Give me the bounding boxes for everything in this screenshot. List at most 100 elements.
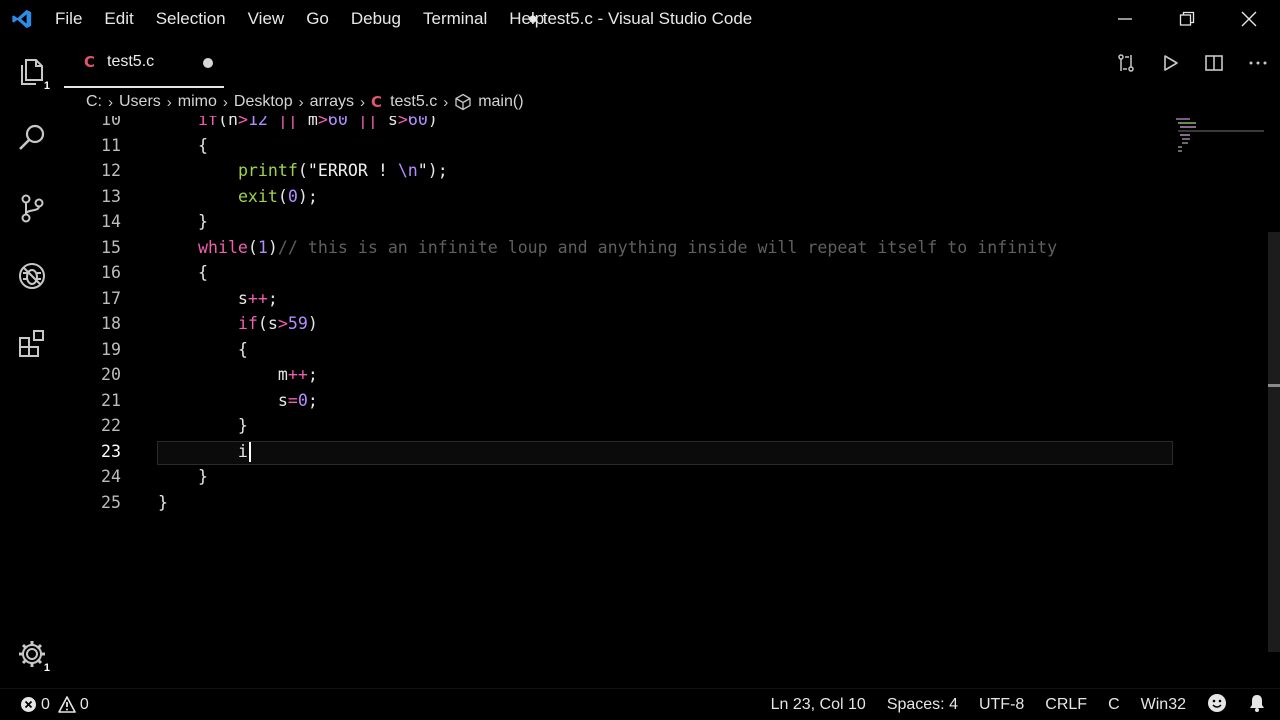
code-line[interactable]: 24 } — [64, 464, 1268, 490]
error-count: 0 — [41, 695, 50, 713]
code-token: s — [377, 116, 398, 129]
breadcrumb-user[interactable]: mimo — [178, 93, 217, 111]
source-control-button[interactable] — [12, 188, 52, 228]
code-line[interactable]: 22 } — [64, 413, 1268, 439]
code-line[interactable]: 15 while(1)// this is an infinite loup a… — [64, 235, 1268, 261]
code-editor[interactable]: 10 if(h>12 || m>60 || s>60) 11 {12 printf… — [64, 116, 1268, 688]
minimize-button[interactable] — [1094, 0, 1156, 38]
line-code: } — [158, 209, 208, 235]
notifications-button[interactable] — [1248, 693, 1266, 718]
feedback-button[interactable] — [1207, 693, 1227, 718]
code-line[interactable]: 25} — [64, 490, 1268, 516]
minimap-preview — [1176, 118, 1264, 152]
warning-count: 0 — [79, 695, 89, 713]
breadcrumb-drive[interactable]: C: — [86, 93, 102, 111]
status-bar: 0 0 Ln 23, Col 10 Spaces: 4 UTF-8 CRLF C… — [0, 688, 1280, 720]
menu-selection[interactable]: Selection — [145, 0, 237, 38]
vscode-logo-icon — [0, 0, 44, 38]
code-token: i — [158, 441, 248, 461]
tab-test5-c[interactable]: C test5.c — [64, 38, 224, 88]
editor-actions — [1104, 38, 1280, 88]
code-token: || — [277, 116, 298, 129]
menu-debug[interactable]: Debug — [340, 0, 412, 38]
code-line[interactable]: 21 s=0; — [64, 388, 1268, 414]
code-token: { — [158, 339, 248, 359]
tab-label: test5.c — [107, 53, 155, 70]
explorer-button[interactable]: 1 — [12, 52, 52, 92]
menu-go[interactable]: Go — [295, 0, 340, 38]
extensions-button[interactable] — [12, 323, 52, 363]
menu-bar: File Edit Selection View Go Debug Terminal Help — [44, 0, 555, 38]
code-token: \n — [397, 161, 418, 180]
line-number: 25 — [101, 492, 121, 512]
code-token: s — [158, 390, 288, 410]
cursor-position[interactable]: Ln 23, Col 10 — [771, 696, 866, 714]
line-code: s++; — [158, 286, 278, 312]
code-line[interactable]: 19 { — [64, 337, 1268, 363]
code-line[interactable]: 10 if(h>12 || m>60 || s>60) — [64, 116, 1268, 133]
code-token: 60 — [327, 116, 348, 129]
compare-changes-button[interactable] — [1104, 38, 1148, 88]
platform[interactable]: Win32 — [1141, 696, 1186, 714]
code-line[interactable]: 14 } — [64, 209, 1268, 235]
breadcrumb-desktop[interactable]: Desktop — [234, 93, 293, 111]
encoding[interactable]: UTF-8 — [979, 696, 1024, 714]
code-line[interactable]: 12 printf("ERROR ! \n"); — [64, 158, 1268, 184]
close-button[interactable] — [1218, 0, 1280, 38]
scrollbar-thumb[interactable] — [1268, 232, 1280, 652]
minimap[interactable] — [1172, 116, 1268, 166]
debug-button[interactable] — [12, 256, 52, 296]
code-token: s — [158, 288, 248, 308]
code-line[interactable]: 17 s++; — [64, 286, 1268, 312]
line-code: i — [158, 439, 251, 465]
title-bar: File Edit Selection View Go Debug Terminal Help… — [0, 0, 1280, 38]
breadcrumb-symbol[interactable]: main() — [478, 93, 523, 111]
code-token: printf — [237, 161, 298, 180]
more-actions-button[interactable] — [1236, 38, 1280, 88]
line-code: { — [158, 133, 208, 159]
line-code: while(1)// this is an infinite loup and … — [158, 235, 1057, 261]
error-icon — [21, 697, 36, 712]
line-code: printf("ERROR ! \n"); — [158, 158, 448, 184]
code-token: } — [158, 212, 208, 231]
menu-file[interactable]: File — [44, 0, 93, 38]
indentation[interactable]: Spaces: 4 — [887, 696, 958, 714]
code-line[interactable]: 16 { — [64, 260, 1268, 286]
chevron-right-icon: › — [298, 93, 304, 111]
breadcrumb-file[interactable]: test5.c — [390, 93, 437, 111]
language-mode[interactable]: C — [1108, 696, 1120, 714]
code-line[interactable]: 13 exit(0); — [64, 184, 1268, 210]
code-line[interactable]: 20 m++; — [64, 362, 1268, 388]
code-line[interactable]: 11 { — [64, 133, 1268, 159]
menu-terminal[interactable]: Terminal — [412, 0, 498, 38]
restore-button[interactable] — [1156, 0, 1218, 38]
symbol-method-icon — [455, 93, 471, 111]
scrollbar-cursor-marker — [1268, 384, 1280, 387]
code-line[interactable]: 18 if(s>59) — [64, 311, 1268, 337]
split-editor-button[interactable] — [1192, 38, 1236, 88]
line-number: 17 — [101, 288, 121, 308]
settings-button[interactable]: 1 — [12, 634, 52, 674]
extensions-icon — [19, 330, 44, 357]
chevron-right-icon: › — [108, 93, 113, 111]
code-token: 12 — [247, 116, 268, 129]
compare-icon — [1118, 54, 1134, 72]
line-code: if(s>59) — [158, 311, 318, 337]
breadcrumb-folder[interactable]: arrays — [310, 93, 354, 111]
unsaved-dot-icon[interactable] — [203, 58, 213, 68]
menu-edit[interactable]: Edit — [93, 0, 144, 38]
code-token: "ERROR ! — [307, 161, 398, 180]
line-number: 12 — [101, 161, 121, 180]
code-token: (s — [257, 314, 278, 333]
problems-indicator[interactable]: 0 0 — [20, 696, 89, 714]
search-button[interactable] — [12, 118, 52, 158]
menu-view[interactable]: View — [237, 0, 296, 38]
end-of-line[interactable]: CRLF — [1045, 696, 1087, 714]
code-line[interactable]: 23 i — [64, 439, 1268, 465]
breadcrumb-users[interactable]: Users — [119, 93, 161, 111]
run-button[interactable] — [1148, 38, 1192, 88]
